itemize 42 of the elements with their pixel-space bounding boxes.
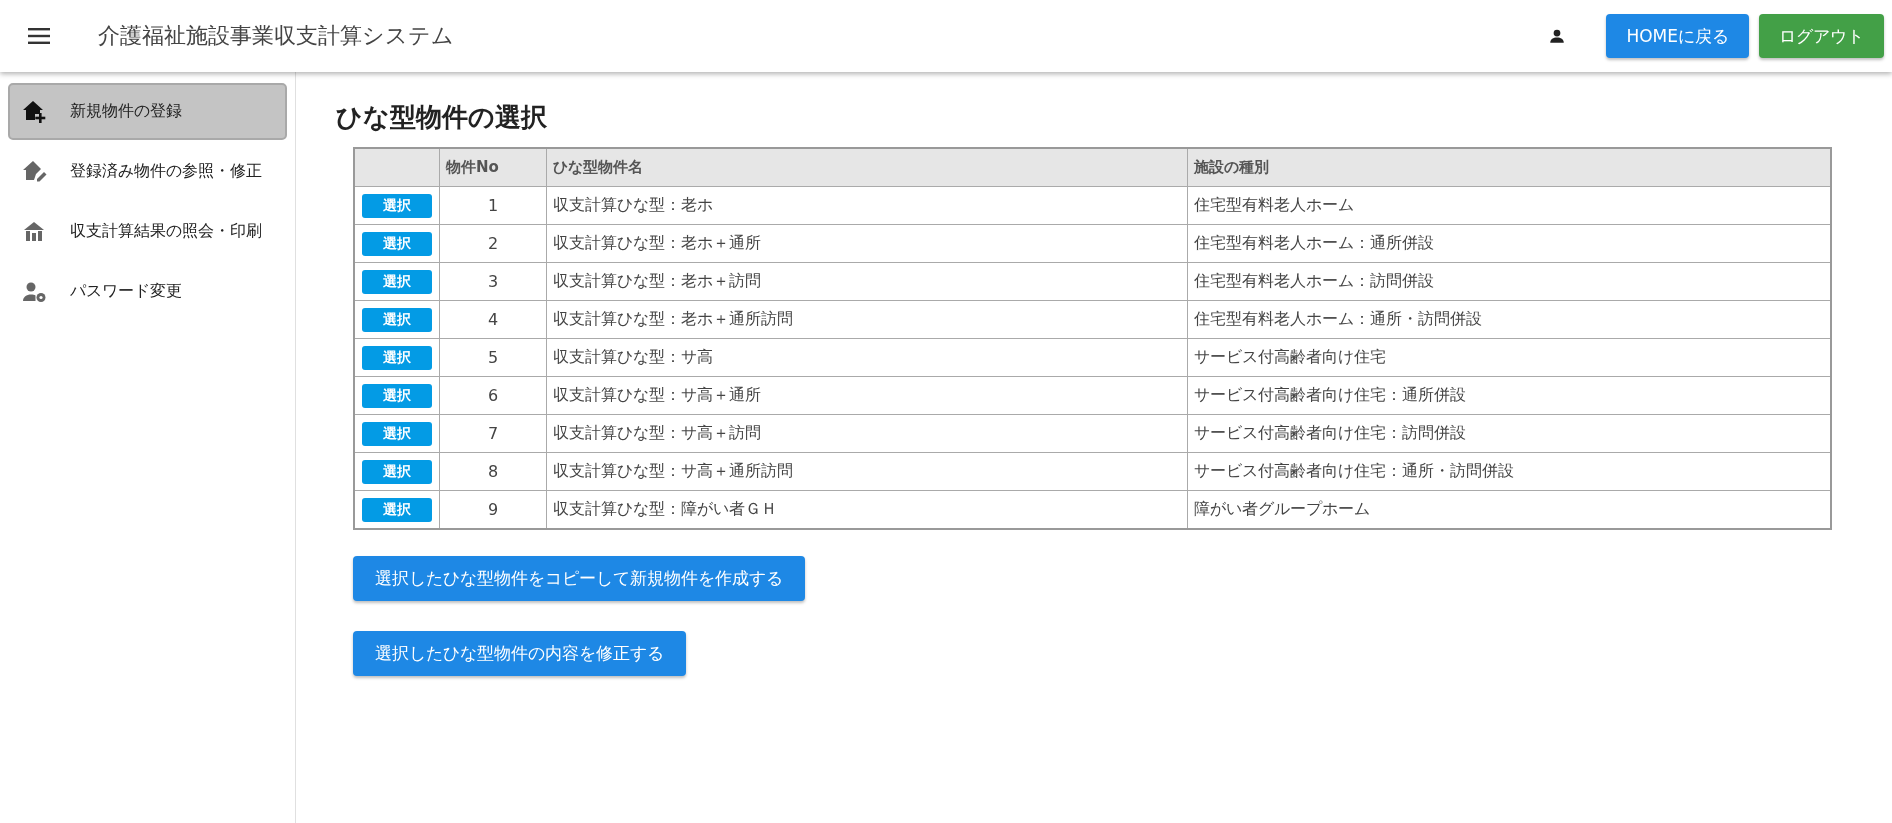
- sidebar-item[interactable]: 収支計算結果の照会・印刷: [8, 203, 287, 260]
- select-button[interactable]: 選択: [362, 345, 432, 370]
- table-cell: 収支計算ひな型：サ高＋通所: [546, 376, 1188, 415]
- select-button[interactable]: 選択: [362, 193, 432, 218]
- select-button[interactable]: 選択: [362, 383, 432, 408]
- table-cell: 6: [439, 376, 547, 415]
- sidebar-item[interactable]: 登録済み物件の参照・修正: [8, 143, 287, 200]
- column-header: 施設の種別: [1187, 148, 1831, 187]
- table-cell: 収支計算ひな型：老ホ: [546, 186, 1188, 225]
- table-cell: 収支計算ひな型：老ホ＋通所訪問: [546, 300, 1188, 339]
- table-cell: 収支計算ひな型：サ高: [546, 338, 1188, 377]
- select-button[interactable]: 選択: [362, 307, 432, 332]
- app-title: 介護福祉施設事業収支計算システム: [98, 22, 454, 50]
- table-cell: 7: [439, 414, 547, 453]
- table-cell: 4: [439, 300, 547, 339]
- select-button[interactable]: 選択: [362, 231, 432, 256]
- select-button[interactable]: 選択: [362, 497, 432, 522]
- table-cell: 2: [439, 224, 547, 263]
- select-button[interactable]: 選択: [362, 459, 432, 484]
- user-icon[interactable]: [1548, 27, 1567, 45]
- action-button[interactable]: 選択したひな型物件をコピーして新規物件を作成する: [353, 556, 805, 601]
- page-title: ひな型物件の選択: [336, 101, 548, 134]
- action-button[interactable]: 選択したひな型物件の内容を修正する: [353, 631, 686, 676]
- table-cell: 収支計算ひな型：老ホ＋通所: [546, 224, 1188, 263]
- column-header: 物件No: [439, 148, 547, 187]
- house-pencil-icon: [22, 159, 48, 184]
- select-button[interactable]: 選択: [362, 269, 432, 294]
- table-cell: 1: [439, 186, 547, 225]
- table-cell: 8: [439, 452, 547, 491]
- table-cell: 3: [439, 262, 547, 301]
- table-cell: 5: [439, 338, 547, 377]
- home-button[interactable]: HOMEに戻る: [1606, 14, 1749, 58]
- table-cell: 収支計算ひな型：サ高＋通所訪問: [546, 452, 1188, 491]
- logout-button[interactable]: ログアウト: [1759, 14, 1884, 58]
- house-plus-icon: [22, 99, 48, 124]
- sidebar-item[interactable]: パスワード変更: [8, 263, 287, 320]
- table-cell: 収支計算ひな型：老ホ＋訪問: [546, 262, 1188, 301]
- sidebar-item[interactable]: 新規物件の登録: [8, 83, 287, 140]
- column-header: ひな型物件名: [546, 148, 1188, 187]
- table-cell: 収支計算ひな型：サ高＋訪問: [546, 414, 1188, 453]
- menu-icon[interactable]: [28, 28, 50, 44]
- select-button[interactable]: 選択: [362, 421, 432, 446]
